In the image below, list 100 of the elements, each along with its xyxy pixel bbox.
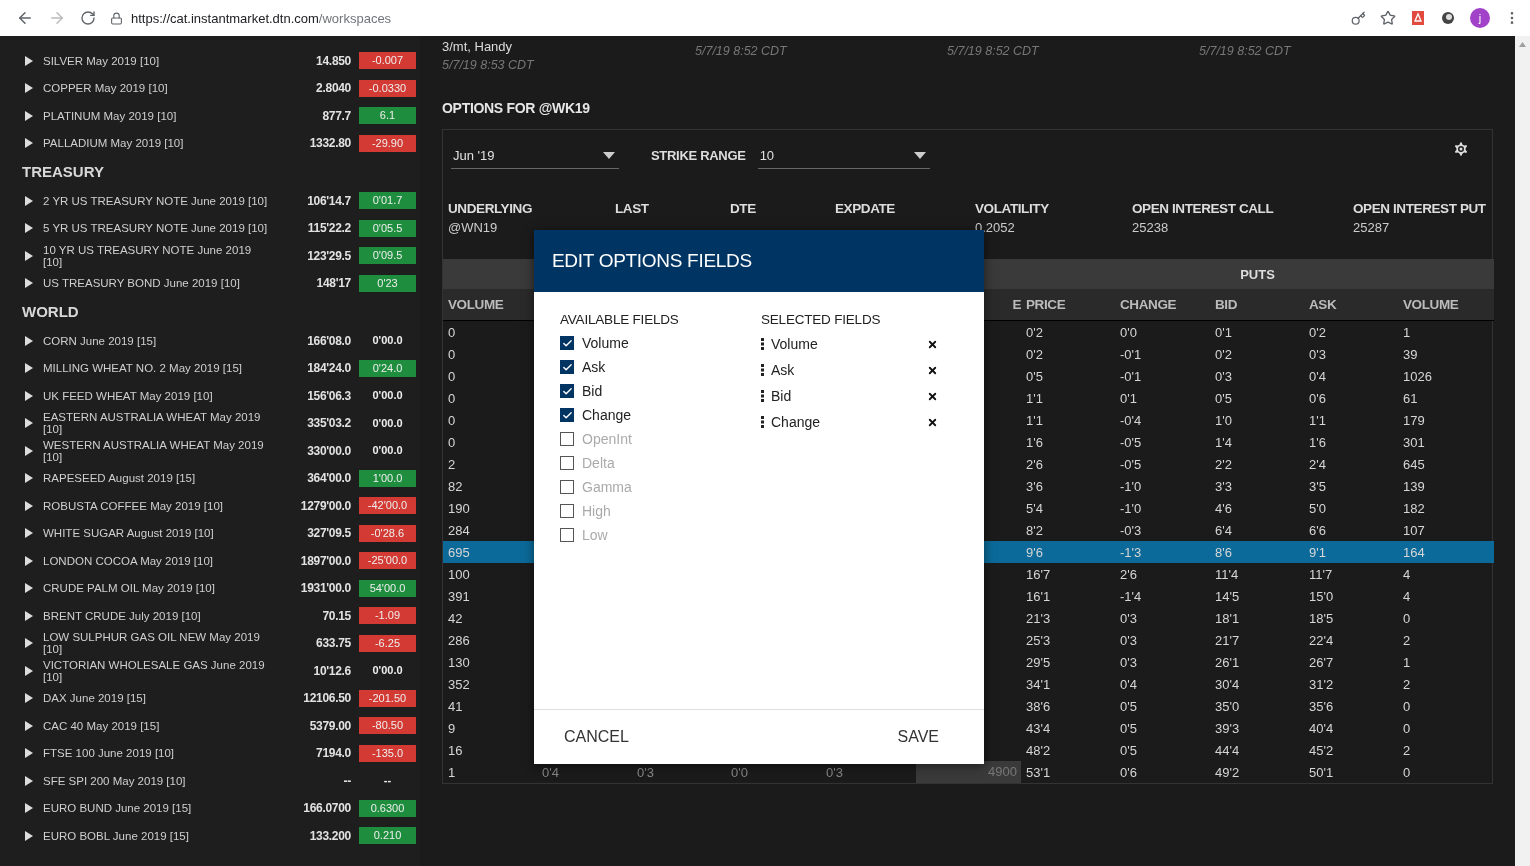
expand-icon[interactable] bbox=[25, 555, 33, 566]
expand-icon[interactable] bbox=[25, 693, 33, 704]
expand-icon[interactable] bbox=[25, 583, 33, 594]
settings-icon[interactable] bbox=[1452, 140, 1470, 158]
column-header[interactable]: CHANGE bbox=[1115, 297, 1210, 312]
caret-icon[interactable] bbox=[603, 151, 615, 159]
column-header[interactable]: ASK bbox=[1304, 297, 1398, 312]
instrument-name[interactable]: COPPER May 2019 [10] bbox=[43, 82, 271, 95]
cancel-button[interactable]: CANCEL bbox=[564, 724, 629, 750]
instrument-name[interactable]: EASTERN AUSTRALIA WHEAT May 2019 [10] bbox=[43, 411, 271, 436]
expand-icon[interactable] bbox=[25, 278, 33, 289]
column-header[interactable]: VOLUME bbox=[1398, 297, 1494, 312]
expand-icon[interactable] bbox=[25, 473, 33, 484]
expand-icon[interactable] bbox=[25, 55, 33, 66]
instrument-name[interactable]: WHITE SUGAR August 2019 [10] bbox=[43, 527, 271, 540]
remove-icon[interactable] bbox=[927, 390, 938, 402]
expand-icon[interactable] bbox=[25, 83, 33, 94]
instrument-name[interactable]: LOW SULPHUR GAS OIL NEW May 2019 [10] bbox=[43, 631, 271, 656]
instrument-name[interactable]: DAX June 2019 [15] bbox=[43, 692, 271, 705]
expand-icon[interactable] bbox=[25, 775, 33, 786]
change-value: -- bbox=[382, 773, 393, 789]
strike-range-select[interactable]: 10 bbox=[757, 141, 930, 169]
expand-icon[interactable] bbox=[25, 610, 33, 621]
selected-field[interactable]: Volume bbox=[771, 336, 927, 352]
instrument-name[interactable]: 10 YR US TREASURY NOTE June 2019 [10] bbox=[43, 243, 271, 268]
column-header[interactable]: BID bbox=[1210, 297, 1304, 312]
instrument-name[interactable]: BRENT CRUDE July 2019 [10] bbox=[43, 609, 271, 622]
expand-icon[interactable] bbox=[25, 335, 33, 346]
remove-icon[interactable] bbox=[927, 338, 938, 350]
drag-handle-icon[interactable] bbox=[761, 390, 764, 402]
instrument-name[interactable]: US TREASURY BOND June 2019 [10] bbox=[43, 277, 271, 290]
instrument-name[interactable]: 2 YR US TREASURY NOTE June 2019 [10] bbox=[43, 194, 271, 207]
checkbox[interactable] bbox=[560, 336, 574, 350]
drag-handle-icon[interactable] bbox=[761, 416, 764, 428]
instrument-name[interactable]: ROBUSTA COFFEE May 2019 [10] bbox=[43, 499, 271, 512]
instrument-name[interactable]: EURO BOBL June 2019 [15] bbox=[43, 829, 271, 842]
instrument-name[interactable]: RAPESEED August 2019 [15] bbox=[43, 472, 271, 485]
extension-icon[interactable] bbox=[1440, 10, 1456, 26]
expand-icon[interactable] bbox=[25, 418, 33, 429]
expand-icon[interactable] bbox=[25, 110, 33, 121]
checkbox[interactable] bbox=[560, 456, 574, 470]
expand-icon[interactable] bbox=[25, 363, 33, 374]
instrument-name[interactable]: PLATINUM May 2019 [10] bbox=[43, 109, 271, 122]
expand-icon[interactable] bbox=[25, 390, 33, 401]
column-header[interactable]: PRICE bbox=[1021, 297, 1115, 312]
selected-row[interactable]: 9'6 -1'3 8'6 9'1 164 bbox=[1021, 541, 1494, 563]
instrument-name[interactable]: LONDON COCOA May 2019 [10] bbox=[43, 554, 271, 567]
month-select[interactable]: Jun '19 bbox=[451, 141, 619, 169]
star-icon[interactable] bbox=[1380, 10, 1396, 26]
expand-icon[interactable] bbox=[25, 720, 33, 731]
change-value: -6.25 bbox=[359, 634, 416, 652]
save-button[interactable]: SAVE bbox=[897, 724, 939, 750]
instrument-name[interactable]: 5 YR US TREASURY NOTE June 2019 [10] bbox=[43, 222, 271, 235]
checkbox[interactable] bbox=[560, 528, 574, 542]
expand-icon[interactable] bbox=[25, 445, 33, 456]
instrument-name[interactable]: MILLING WHEAT NO. 2 May 2019 [15] bbox=[43, 362, 271, 375]
remove-icon[interactable] bbox=[927, 364, 938, 376]
expand-icon[interactable] bbox=[25, 250, 33, 261]
expand-icon[interactable] bbox=[25, 223, 33, 234]
caret-icon[interactable] bbox=[913, 151, 926, 159]
instrument-name[interactable]: CRUDE PALM OIL May 2019 [10] bbox=[43, 582, 271, 595]
selected-field[interactable]: Change bbox=[771, 414, 927, 430]
expand-icon[interactable] bbox=[25, 665, 33, 676]
checkbox[interactable] bbox=[560, 432, 574, 446]
selected-field[interactable]: Ask bbox=[771, 362, 927, 378]
instrument-name[interactable]: EURO BUND June 2019 [15] bbox=[43, 802, 271, 815]
checkbox[interactable] bbox=[560, 504, 574, 518]
selected-field[interactable]: Bid bbox=[771, 388, 927, 404]
change-value: -0'28.6 bbox=[359, 524, 416, 542]
profile-avatar[interactable]: j bbox=[1470, 8, 1490, 28]
expand-icon[interactable] bbox=[25, 830, 33, 841]
instrument-name[interactable]: SFE SPI 200 May 2019 [10] bbox=[43, 774, 271, 787]
expand-icon[interactable] bbox=[25, 138, 33, 149]
address-bar[interactable]: https://cat.instantmarket.dtn.com/workspaces bbox=[131, 10, 392, 26]
checkbox[interactable] bbox=[560, 408, 574, 422]
remove-icon[interactable] bbox=[927, 416, 938, 428]
expand-icon[interactable] bbox=[25, 528, 33, 539]
checkbox[interactable] bbox=[560, 384, 574, 398]
expand-icon[interactable] bbox=[25, 638, 33, 649]
column-header[interactable]: VOLUME bbox=[443, 297, 537, 312]
expand-icon[interactable] bbox=[25, 195, 33, 206]
back-icon[interactable] bbox=[16, 9, 34, 27]
expand-icon[interactable] bbox=[25, 500, 33, 511]
instrument-name[interactable]: VICTORIAN WHOLESALE GAS June 2019 [10] bbox=[43, 658, 271, 683]
key-icon[interactable] bbox=[1351, 10, 1366, 26]
instrument-name[interactable]: CORN June 2019 [15] bbox=[43, 334, 271, 347]
instrument-name[interactable]: CAC 40 May 2019 [15] bbox=[43, 719, 271, 732]
expand-icon[interactable] bbox=[25, 803, 33, 814]
instrument-name[interactable]: FTSE 100 June 2019 [10] bbox=[43, 747, 271, 760]
instrument-name[interactable]: PALLADIUM May 2019 [10] bbox=[43, 137, 271, 150]
drag-handle-icon[interactable] bbox=[761, 338, 764, 350]
reload-icon[interactable] bbox=[80, 10, 96, 26]
checkbox[interactable] bbox=[560, 360, 574, 374]
expand-icon[interactable] bbox=[25, 748, 33, 759]
drag-handle-icon[interactable] bbox=[761, 364, 764, 376]
checkbox[interactable] bbox=[560, 480, 574, 494]
instrument-name[interactable]: WESTERN AUSTRALIA WHEAT May 2019 [10] bbox=[43, 438, 271, 463]
table-cell-text: 42 bbox=[447, 610, 464, 626]
instrument-name[interactable]: SILVER May 2019 [10] bbox=[43, 54, 271, 67]
instrument-name[interactable]: UK FEED WHEAT May 2019 [10] bbox=[43, 389, 271, 402]
